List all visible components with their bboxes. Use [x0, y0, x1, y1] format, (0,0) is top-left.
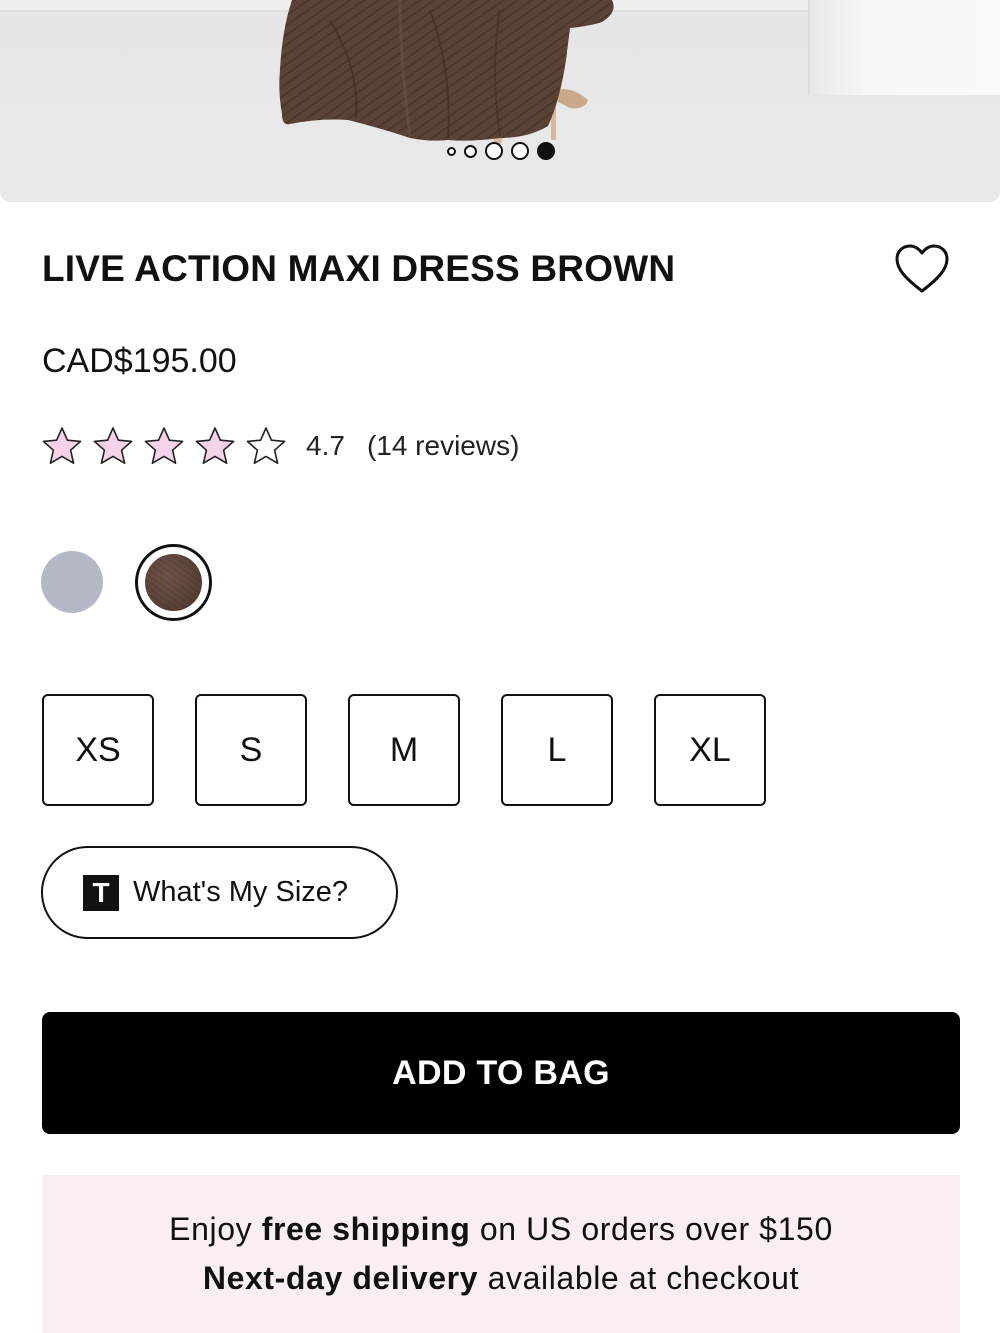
star-icon	[144, 427, 184, 464]
star-icon	[93, 427, 133, 464]
rating-summary[interactable]: 4.7 (14 reviews)	[40, 424, 519, 468]
carousel-dot-active[interactable]	[537, 142, 555, 160]
promo-bold-text: Next-day delivery	[202, 1260, 479, 1296]
size-button-m[interactable]: M	[348, 694, 460, 806]
rating-value: 4.7	[306, 430, 345, 461]
promo-text: Enjoy	[169, 1211, 262, 1247]
promo-line-shipping: Enjoy free shipping on US orders over $1…	[169, 1209, 833, 1258]
size-button-s[interactable]: S	[195, 694, 307, 806]
shipping-promo-banner: Enjoy free shipping on US orders over $1…	[42, 1175, 960, 1333]
promo-text: available at checkout	[478, 1260, 800, 1296]
product-title: LIVE ACTION MAXI DRESS BROWN	[42, 248, 676, 289]
promo-text: on US orders over $150	[470, 1211, 833, 1247]
dress-photo	[279, 0, 614, 146]
carousel-dot[interactable]	[511, 142, 529, 160]
product-price: CAD$195.00	[42, 342, 237, 380]
size-selector: XS S M L XL	[42, 694, 766, 806]
size-finder-label: What's My Size?	[133, 876, 349, 908]
carousel-dot[interactable]	[464, 144, 477, 158]
size-button-l[interactable]: L	[501, 694, 613, 806]
review-count-link[interactable]: (14 reviews)	[367, 430, 519, 462]
color-swatch-grey[interactable]	[41, 551, 103, 613]
promo-line-delivery: Next-day delivery available at checkout	[203, 1258, 799, 1307]
product-image[interactable]	[0, 0, 1000, 202]
whats-my-size-button[interactable]: T What's My Size?	[41, 846, 398, 939]
color-swatch-brown-selected[interactable]	[135, 544, 212, 621]
size-button-xs[interactable]: XS	[42, 694, 154, 806]
carousel-dot[interactable]	[447, 146, 456, 156]
star-icon	[42, 427, 82, 464]
heart-icon[interactable]	[893, 242, 951, 296]
size-finder-logo-icon: T	[83, 874, 119, 911]
star-rating	[40, 425, 288, 467]
size-button-xl[interactable]: XL	[654, 694, 766, 806]
promo-bold-text: free shipping	[261, 1211, 471, 1247]
add-to-bag-button[interactable]: ADD TO BAG	[42, 1012, 960, 1134]
carousel-dot[interactable]	[485, 142, 503, 160]
star-icon	[195, 427, 235, 464]
star-icon	[246, 427, 286, 464]
color-swatch-brown-fill	[145, 554, 202, 611]
carousel-dots	[0, 140, 1000, 162]
product-page: LIVE ACTION MAXI DRESS BROWN CAD$195.00 …	[0, 0, 1000, 1333]
